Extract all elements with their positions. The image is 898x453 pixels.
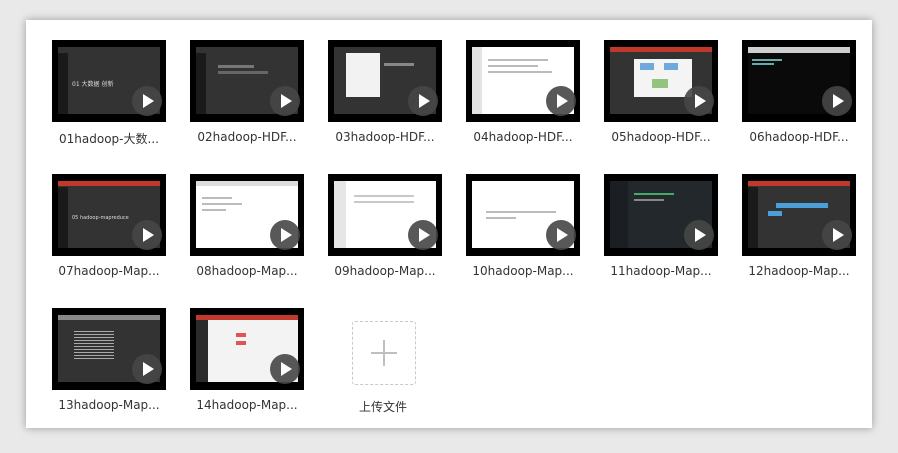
video-thumbnail[interactable] xyxy=(742,174,856,256)
play-icon[interactable] xyxy=(546,86,576,116)
file-tile[interactable]: 05hadoop-HDF... xyxy=(604,40,718,144)
slide-title: 01 大数据 创新 xyxy=(72,81,114,88)
file-tile[interactable]: 03hadoop-HDF... xyxy=(328,40,442,144)
play-icon[interactable] xyxy=(132,86,162,116)
video-thumbnail[interactable] xyxy=(328,174,442,256)
file-tile[interactable]: 02hadoop-HDF... xyxy=(190,40,304,144)
file-grid-panel: 01 大数据 创新 01hadoop-大数... 02hadoop-HDF...… xyxy=(26,20,872,428)
file-name[interactable]: 11hadoop-Map... xyxy=(604,264,718,278)
video-thumbnail[interactable] xyxy=(190,174,304,256)
file-tile[interactable]: 12hadoop-Map... xyxy=(742,174,856,278)
file-tile[interactable]: 08hadoop-Map... xyxy=(190,174,304,278)
file-name[interactable]: 08hadoop-Map... xyxy=(190,264,304,278)
file-name[interactable]: 10hadoop-Map... xyxy=(466,264,580,278)
file-tile[interactable]: 13hadoop-Map... xyxy=(52,308,166,412)
upload-label[interactable]: 上传文件 xyxy=(336,398,430,415)
file-name[interactable]: 05hadoop-HDF... xyxy=(604,130,718,144)
file-tile[interactable]: 05 hadoop-mapreduce 07hadoop-Map... xyxy=(52,174,166,278)
video-thumbnail[interactable] xyxy=(604,174,718,256)
video-thumbnail[interactable] xyxy=(52,308,166,390)
file-name[interactable]: 06hadoop-HDF... xyxy=(742,130,856,144)
play-icon[interactable] xyxy=(684,86,714,116)
play-icon[interactable] xyxy=(132,354,162,384)
file-tile[interactable]: 09hadoop-Map... xyxy=(328,174,442,278)
video-thumbnail[interactable] xyxy=(190,308,304,390)
file-name[interactable]: 02hadoop-HDF... xyxy=(190,130,304,144)
file-tile[interactable]: 10hadoop-Map... xyxy=(466,174,580,278)
file-tile[interactable]: 11hadoop-Map... xyxy=(604,174,718,278)
file-tile[interactable]: 06hadoop-HDF... xyxy=(742,40,856,144)
play-icon[interactable] xyxy=(408,220,438,250)
video-thumbnail[interactable] xyxy=(328,40,442,122)
play-icon[interactable] xyxy=(270,354,300,384)
file-tile[interactable]: 01 大数据 创新 01hadoop-大数... xyxy=(52,40,166,147)
file-tile[interactable]: 04hadoop-HDF... xyxy=(466,40,580,144)
play-icon[interactable] xyxy=(132,220,162,250)
file-name[interactable]: 07hadoop-Map... xyxy=(52,264,166,278)
file-name[interactable]: 13hadoop-Map... xyxy=(52,398,166,412)
play-icon[interactable] xyxy=(822,220,852,250)
file-name[interactable]: 04hadoop-HDF... xyxy=(466,130,580,144)
file-name[interactable]: 03hadoop-HDF... xyxy=(328,130,442,144)
video-thumbnail[interactable] xyxy=(742,40,856,122)
video-thumbnail[interactable]: 01 大数据 创新 xyxy=(52,40,166,122)
play-icon[interactable] xyxy=(822,86,852,116)
play-icon[interactable] xyxy=(270,220,300,250)
upload-button[interactable] xyxy=(352,321,416,385)
file-name[interactable]: 12hadoop-Map... xyxy=(742,264,856,278)
video-thumbnail[interactable] xyxy=(466,174,580,256)
file-tile[interactable]: 14hadoop-Map... xyxy=(190,308,304,412)
file-name[interactable]: 09hadoop-Map... xyxy=(328,264,442,278)
video-thumbnail[interactable] xyxy=(604,40,718,122)
play-icon[interactable] xyxy=(270,86,300,116)
play-icon[interactable] xyxy=(408,86,438,116)
file-name[interactable]: 14hadoop-Map... xyxy=(190,398,304,412)
video-thumbnail[interactable]: 05 hadoop-mapreduce xyxy=(52,174,166,256)
video-thumbnail[interactable] xyxy=(190,40,304,122)
video-thumbnail[interactable] xyxy=(466,40,580,122)
file-name[interactable]: 01hadoop-大数... xyxy=(52,130,166,147)
slide-title: 05 hadoop-mapreduce xyxy=(72,215,129,221)
play-icon[interactable] xyxy=(684,220,714,250)
play-icon[interactable] xyxy=(546,220,576,250)
